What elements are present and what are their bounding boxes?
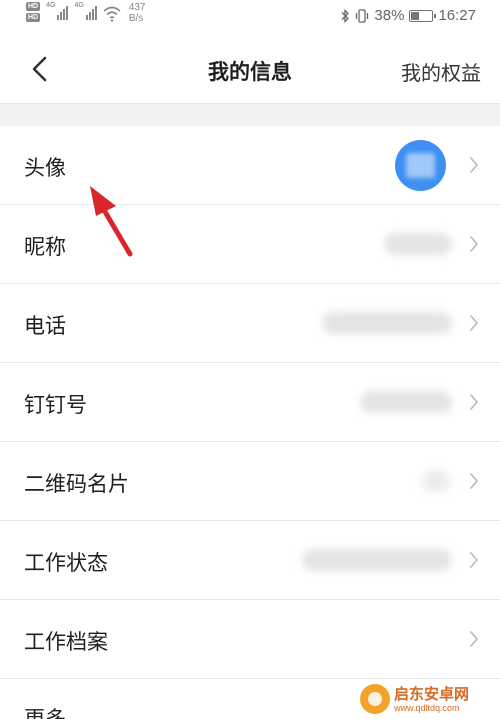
- row-label-work-status: 工作状态: [24, 552, 108, 575]
- row-qr-card[interactable]: 二维码名片: [0, 442, 500, 521]
- hd-badge-1: HD: [26, 2, 41, 11]
- row-work-status[interactable]: 工作状态: [0, 521, 500, 600]
- signal-icon-2: 4G: [74, 2, 97, 20]
- row-label-dingtalk-id: 钉钉号: [24, 394, 87, 417]
- battery-icon: [409, 9, 437, 22]
- watermark-text: 启东安卓网 www.qdltdq.com: [394, 686, 469, 713]
- row-label-qr-card: 二维码名片: [24, 473, 129, 496]
- blurred-nickname-value: [384, 233, 452, 255]
- chevron-right-icon: [470, 394, 479, 410]
- watermark: 启东安卓网 www.qdltdq.com: [360, 679, 500, 719]
- signal-tag-1: 4G: [46, 2, 56, 9]
- avatar[interactable]: [395, 140, 446, 191]
- blurred-work-status-value: [302, 549, 452, 571]
- signal-tag-2: 4G: [74, 2, 84, 9]
- section-gap: [0, 104, 500, 126]
- my-benefits-link[interactable]: 我的权益: [401, 57, 481, 86]
- row-label-work-profile: 工作档案: [24, 631, 108, 654]
- battery-percent: 38%: [374, 7, 405, 24]
- status-bar: HD HD 4G 4G 437 B/s 38% 16:27: [0, 0, 500, 32]
- row-label-phone: 电话: [24, 315, 66, 338]
- nav-header: 我的信息 我的权益: [0, 32, 500, 104]
- row-label-nickname: 昵称: [24, 236, 66, 259]
- blurred-dingtalk-id-value: [360, 391, 452, 413]
- network-speed: 437 B/s: [129, 2, 146, 24]
- row-avatar[interactable]: 头像: [0, 126, 500, 205]
- vibrate-icon: [356, 8, 369, 23]
- chevron-right-icon: [470, 157, 479, 173]
- row-dingtalk-id[interactable]: 钉钉号: [0, 363, 500, 442]
- hd-badges: HD HD: [26, 2, 41, 22]
- speed-value: 437: [128, 2, 146, 13]
- status-right: 38% 16:27: [340, 7, 476, 24]
- row-work-profile[interactable]: 工作档案: [0, 600, 500, 679]
- speed-unit: B/s: [128, 13, 144, 24]
- watermark-name: 启东安卓网: [394, 685, 470, 703]
- bluetooth-icon: [341, 8, 350, 23]
- status-left: HD HD 4G 4G 437 B/s: [26, 2, 146, 24]
- row-phone[interactable]: 电话: [0, 284, 500, 363]
- blurred-qr-value: [422, 470, 450, 492]
- battery-level: [411, 11, 420, 20]
- chevron-right-icon: [470, 473, 479, 489]
- profile-info-list: 头像 昵称 电话 钉钉号 二维码名片 工作状态 工作档案: [0, 126, 500, 719]
- hd-badge-2: HD: [26, 13, 41, 22]
- watermark-logo-icon: [360, 684, 390, 714]
- row-nickname[interactable]: 昵称: [0, 205, 500, 284]
- clock: 16:27: [438, 7, 476, 24]
- row-label-avatar: 头像: [24, 157, 66, 180]
- blurred-phone-value: [322, 312, 452, 334]
- chevron-right-icon: [470, 631, 479, 647]
- chevron-right-icon: [470, 236, 479, 252]
- chevron-right-icon: [470, 315, 479, 331]
- watermark-url: www.qdltdq.com: [394, 702, 460, 713]
- signal-icon: 4G: [46, 2, 69, 20]
- wifi-icon: [103, 6, 121, 22]
- row-label-more: 更多: [24, 703, 66, 719]
- chevron-right-icon: [470, 552, 479, 568]
